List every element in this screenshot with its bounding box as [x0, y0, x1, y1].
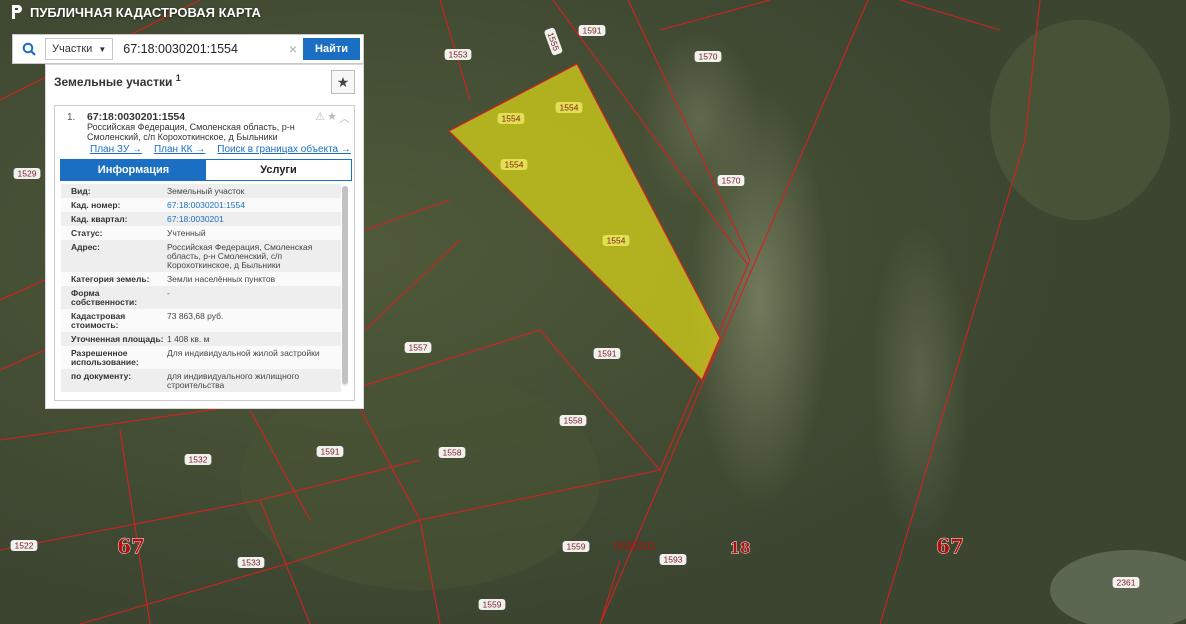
parcel-label: 1554 — [555, 102, 583, 113]
find-button[interactable]: Найти — [303, 38, 360, 60]
svg-text:1593: 1593 — [664, 555, 683, 565]
svg-text:1554: 1554 — [560, 103, 579, 113]
svg-text:1570: 1570 — [722, 176, 741, 186]
parcel-label: 1591 — [316, 446, 344, 457]
parcel-label: 1533 — [237, 557, 265, 568]
card-links: План ЗУ → План КК → Поиск в границах объ… — [90, 144, 351, 155]
svg-text:1557: 1557 — [409, 343, 428, 353]
search-within-link[interactable]: Поиск в границах объекта → — [217, 144, 351, 155]
results-count: 1 — [175, 73, 181, 83]
results-panel: Земельные участки 1 ★ 1. 67:18:0030201:1… — [45, 64, 364, 409]
app-header: ПУБЛИЧНАЯ КАДАСТРОВАЯ КАРТА — [10, 4, 261, 20]
parcel-label: 1532 — [184, 454, 212, 465]
result-card: 1. 67:18:0030201:1554 Российская Федерац… — [54, 105, 355, 401]
chevron-up-icon[interactable]: ︿ — [339, 110, 350, 126]
svg-text:0030201: 0030201 — [614, 541, 657, 553]
info-row: Адрес: Российская Федерация, Смоленская о… — [61, 240, 341, 272]
star-icon: ★ — [336, 73, 350, 90]
info-row: Кадастровая стоимость: 73 863,68 руб. — [61, 309, 341, 332]
info-row: Статус: Учтенный — [61, 226, 341, 240]
parcel-label: 1570 — [717, 175, 745, 186]
clear-search-button[interactable]: × — [289, 41, 297, 57]
svg-text:2361: 2361 — [1117, 578, 1136, 588]
svg-text:1554: 1554 — [607, 236, 626, 246]
svg-text:1558: 1558 — [443, 448, 462, 458]
parcel-label: 1529 — [13, 168, 41, 179]
svg-text:1558: 1558 — [564, 416, 583, 426]
svg-text:1591: 1591 — [321, 447, 340, 457]
parcel-label: 1522 — [10, 540, 38, 551]
parcel-label: 0030201 — [614, 541, 657, 553]
info-row: Форма собственности: - — [61, 286, 341, 309]
search-bar: Участки ▼ 67:18:0030201:1554 × Найти — [12, 34, 364, 64]
search-input[interactable]: 67:18:0030201:1554 — [123, 42, 289, 56]
svg-text:1532: 1532 — [189, 455, 208, 465]
card-tabs: Информация Услуги — [60, 159, 352, 181]
svg-text:1591: 1591 — [598, 349, 617, 359]
info-row: Разрешенное использование: Для индивидуал… — [61, 346, 341, 369]
favorite-button[interactable]: ★ — [331, 70, 355, 94]
svg-text:1591: 1591 — [583, 26, 602, 36]
chevron-down-icon: ▼ — [98, 44, 107, 54]
parcel-label: 1591 — [593, 348, 621, 359]
star-icon[interactable]: ★ — [327, 110, 337, 126]
info-row: Уточненная площадь: 1 408 кв. м — [61, 332, 341, 346]
info-scrollbar[interactable] — [342, 186, 348, 386]
parcel-label: 1554 — [497, 113, 525, 124]
cadastre-logo-icon — [12, 5, 22, 19]
region-label: 18 — [730, 539, 751, 557]
result-address: Российская Федерация, Смоленская область… — [87, 122, 295, 142]
cad-quarter-link[interactable]: 67:18:0030201 — [167, 215, 341, 224]
parcel-label: 1558 — [559, 415, 587, 426]
plan-zu-link[interactable]: План ЗУ → — [90, 144, 142, 155]
info-row: Кад. квартал: 67:18:0030201 — [61, 212, 341, 226]
svg-text:1559: 1559 — [483, 600, 502, 610]
search-icon[interactable] — [13, 35, 45, 63]
svg-text:1570: 1570 — [699, 52, 718, 62]
search-type-label: Участки — [52, 43, 93, 55]
search-type-select[interactable]: Участки ▼ — [45, 38, 114, 60]
info-row: Вид: Земельный участок — [61, 184, 341, 198]
parcel-label: 1553 — [444, 49, 472, 60]
parcel-label: 1554 — [500, 159, 528, 170]
parcel-label: 1554 — [602, 235, 630, 246]
svg-text:1533: 1533 — [242, 558, 261, 568]
parcel-label: 1591 — [578, 25, 606, 36]
parcel-label: 1558 — [438, 447, 466, 458]
parcel-label: 1559 — [478, 599, 506, 610]
results-title: Земельные участки 1 — [54, 73, 181, 89]
info-row: по документу: для индивидуального жилищно… — [61, 369, 341, 392]
parcel-label: 2361 — [1112, 577, 1140, 588]
tab-information[interactable]: Информация — [61, 160, 206, 180]
region-label: 67 — [936, 534, 964, 558]
parcel-label: 1593 — [659, 554, 687, 565]
info-row: Категория земель: Земли населённых пункто… — [61, 272, 341, 286]
scroll-thumb[interactable] — [342, 186, 348, 384]
info-table: Вид: Земельный участок Кад. номер: 67:18:0… — [61, 184, 341, 394]
parcel-label: 1570 — [694, 51, 722, 62]
tab-services[interactable]: Услуги — [206, 160, 351, 180]
plan-kk-link[interactable]: План КК → — [154, 144, 205, 155]
svg-text:1554: 1554 — [502, 114, 521, 124]
cad-number-link[interactable]: 67:18:0030201:1554 — [167, 201, 341, 210]
parcel-label: 1559 — [562, 541, 590, 552]
info-row: Кад. номер: 67:18:0030201:1554 — [61, 198, 341, 212]
svg-text:1559: 1559 — [567, 542, 586, 552]
svg-text:1522: 1522 — [15, 541, 34, 551]
region-label: 67 — [117, 534, 145, 558]
parcel-label: 1557 — [404, 342, 432, 353]
app-title: ПУБЛИЧНАЯ КАДАСТРОВАЯ КАРТА — [30, 4, 261, 20]
svg-text:1553: 1553 — [449, 50, 468, 60]
warning-icon[interactable]: ⚠ — [315, 110, 325, 126]
svg-text:1554: 1554 — [505, 160, 524, 170]
result-index: 1. — [67, 112, 76, 123]
svg-text:1529: 1529 — [18, 169, 37, 179]
